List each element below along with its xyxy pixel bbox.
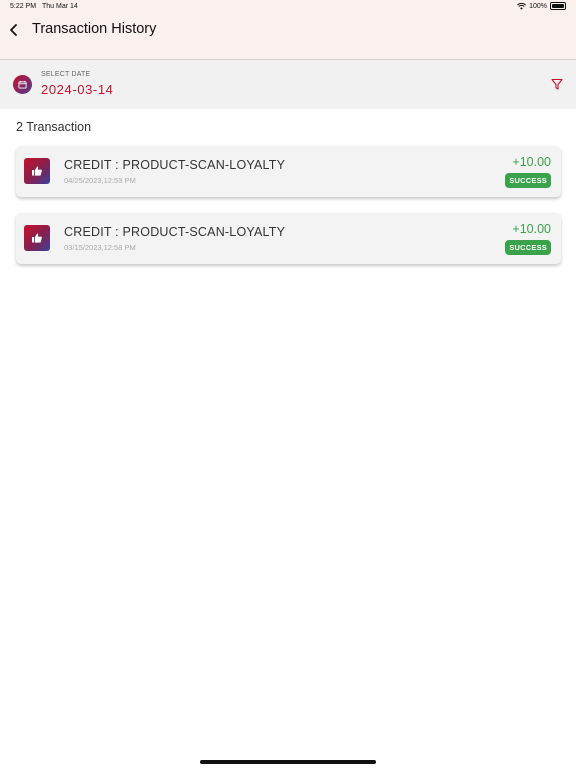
transaction-count: 2 Transaction [16, 120, 92, 134]
thumbs-up-icon [24, 158, 50, 184]
status-bar: 5:22 PM Thu Mar 14 100% [0, 0, 576, 14]
transaction-title: CREDIT : PRODUCT-SCAN-LOYALTY [64, 225, 286, 239]
selected-date-value[interactable]: 2024-03-14 [41, 82, 114, 97]
page-title: Transaction History [32, 21, 157, 37]
app-header: 5:22 PM Thu Mar 14 100% Transaction Hist… [0, 0, 576, 60]
wifi-icon [517, 2, 527, 10]
status-time: 5:22 PM [10, 3, 37, 10]
thumbs-up-icon [24, 225, 50, 251]
battery-icon [550, 2, 566, 10]
transaction-card[interactable]: CREDIT : PRODUCT-SCAN-LOYALTY 03/15/2023… [16, 213, 561, 264]
transaction-timestamp: 04/25/2023,12:53 PM [64, 176, 136, 185]
transaction-amount: +10.00 [512, 222, 551, 236]
transaction-card[interactable]: CREDIT : PRODUCT-SCAN-LOYALTY 04/25/2023… [16, 146, 561, 197]
status-badge: SUCCESS [505, 240, 551, 255]
battery-percent: 100% [529, 2, 547, 10]
home-indicator[interactable] [200, 760, 376, 764]
chevron-left-icon[interactable] [6, 20, 24, 40]
status-right: 100% [517, 2, 566, 10]
select-date-label: SELECT DATE [41, 71, 91, 78]
calendar-icon[interactable] [13, 75, 32, 94]
status-badge: SUCCESS [505, 173, 551, 188]
filter-icon[interactable] [550, 77, 564, 91]
status-date: Thu Mar 14 [42, 3, 78, 10]
transaction-title: CREDIT : PRODUCT-SCAN-LOYALTY [64, 158, 286, 172]
transaction-amount: +10.00 [512, 155, 551, 169]
transaction-timestamp: 03/15/2023,12:58 PM [64, 243, 136, 252]
